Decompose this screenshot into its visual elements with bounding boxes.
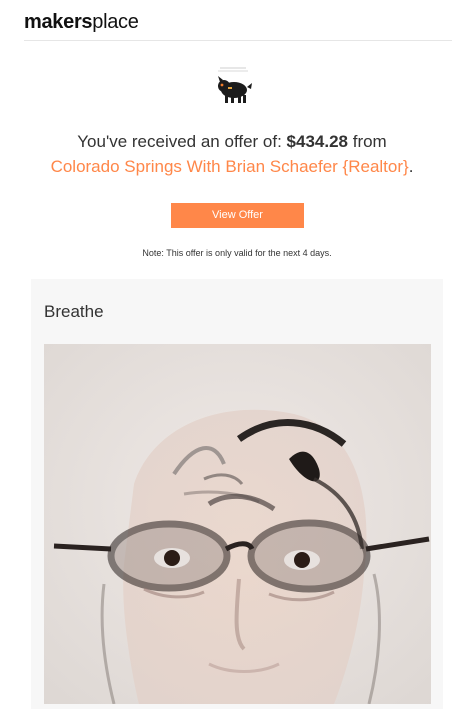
offer-amount: $434.28: [286, 132, 348, 151]
sender-link[interactable]: Colorado Springs With Brian Schaefer {Re…: [51, 157, 409, 176]
email-header: makersplace: [24, 8, 452, 41]
artwork-title[interactable]: Breathe: [44, 301, 104, 323]
artwork-card: Breathe: [31, 279, 443, 709]
logo-bold-text: makers: [24, 11, 93, 33]
portrait-artwork-icon: [44, 344, 431, 704]
offer-suffix: from: [348, 132, 387, 151]
logo-light-text: place: [92, 11, 139, 33]
dog-avatar-icon: [210, 62, 256, 108]
sender-period: .: [408, 157, 414, 176]
offer-prefix: You've received an offer of:: [77, 132, 287, 151]
offer-validity-note: Note: This offer is only valid for the n…: [142, 248, 332, 258]
view-offer-button[interactable]: View Offer: [171, 203, 304, 228]
sender-line: Colorado Springs With Brian Schaefer {Re…: [0, 155, 464, 179]
makersplace-logo[interactable]: makersplace: [24, 10, 139, 34]
offer-amount-line: You've received an offer of: $434.28 fro…: [0, 130, 464, 154]
sender-avatar[interactable]: [210, 62, 256, 108]
artwork-image[interactable]: [44, 344, 431, 704]
